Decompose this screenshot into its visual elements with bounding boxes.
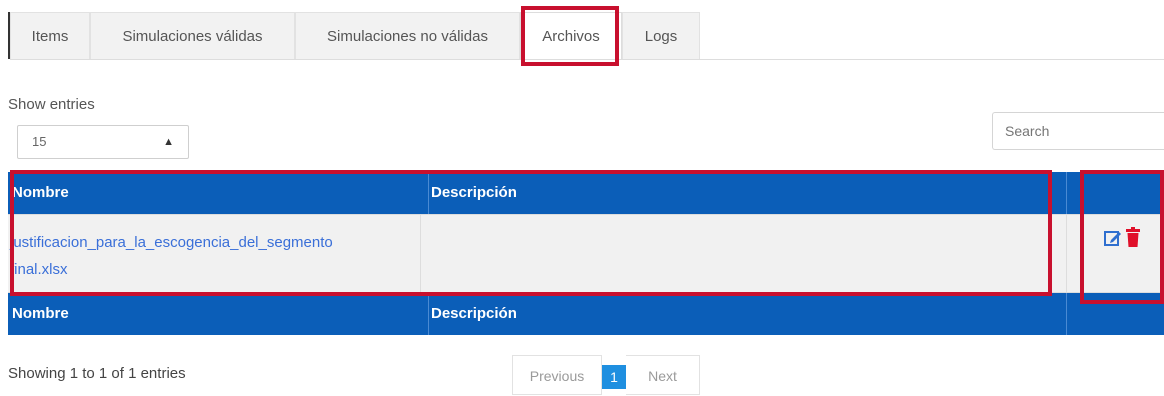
tab-archivos[interactable]: Archivos <box>520 12 622 59</box>
tab-logs[interactable]: Logs <box>622 12 700 59</box>
entries-length-value: 15 <box>32 134 47 149</box>
pagination-next-button[interactable]: Next <box>626 355 700 395</box>
table-footer-row: Nombre Descripción <box>8 293 1164 335</box>
column-footer-nombre: Nombre <box>12 305 69 322</box>
column-header-actions <box>1066 172 1164 214</box>
table-info: Showing 1 to 1 of 1 entries <box>8 365 186 382</box>
file-link[interactable]: justificacion_para_la_escogencia_del_seg… <box>10 229 414 283</box>
tab-baseline <box>10 59 1164 60</box>
trash-icon[interactable] <box>1126 227 1140 247</box>
pagination-previous-button[interactable]: Previous <box>512 355 602 395</box>
tab-simulaciones-no-validas[interactable]: Simulaciones no válidas <box>295 12 520 59</box>
table-header-row: Nombre Descripción <box>8 172 1164 214</box>
tab-simulaciones-validas[interactable]: Simulaciones válidas <box>90 12 295 59</box>
tab-items[interactable]: Items <box>10 12 90 59</box>
pagination-page-1[interactable]: 1 <box>602 365 626 389</box>
entries-length-select[interactable]: 15 ▲ <box>17 125 189 159</box>
table-row: justificacion_para_la_escogencia_del_seg… <box>8 214 1164 294</box>
search-input[interactable] <box>992 112 1164 150</box>
tab-bar: Items Simulaciones válidas Simulaciones … <box>0 10 1164 60</box>
column-header-descripcion[interactable]: Descripción <box>428 172 1069 214</box>
column-footer-descripcion: Descripción <box>428 293 1069 335</box>
column-footer-actions <box>1066 293 1164 335</box>
cell-actions <box>1066 215 1164 294</box>
show-entries-label: Show entries <box>8 96 95 113</box>
edit-icon[interactable] <box>1104 229 1122 247</box>
column-header-nombre[interactable]: Nombre <box>10 172 420 214</box>
cell-descripcion <box>420 215 1067 294</box>
select-arrows-icon: ▲ <box>163 136 174 148</box>
cell-nombre: justificacion_para_la_escogencia_del_seg… <box>10 215 414 294</box>
